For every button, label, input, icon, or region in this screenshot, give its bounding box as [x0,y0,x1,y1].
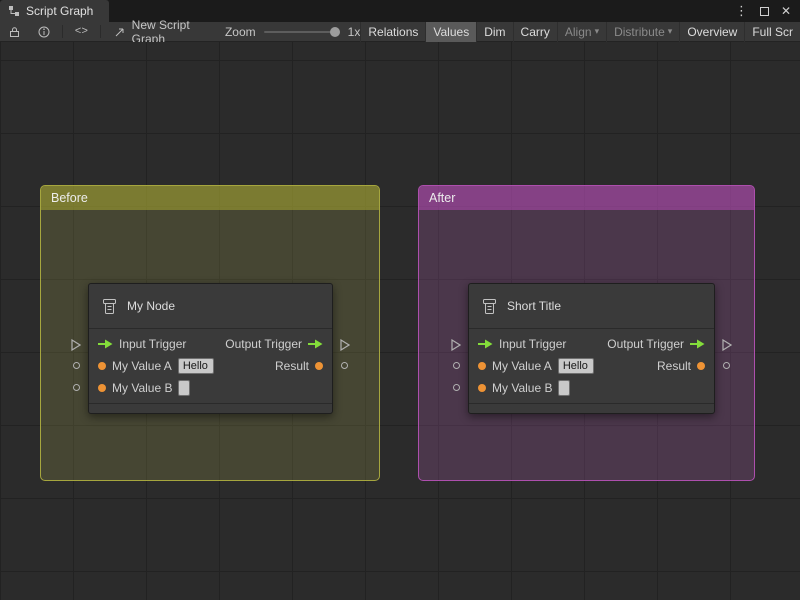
port-label: Input Trigger [499,337,567,351]
lock-icon[interactable] [0,22,29,42]
group-title: Before [51,191,88,205]
flow-output-port[interactable] [690,339,705,349]
unit-icon [481,298,498,315]
external-value-input-port[interactable] [453,362,460,369]
port-row: My Value A Hello Result [89,355,332,377]
flow-output-port[interactable] [308,339,323,349]
external-value-output-port[interactable] [341,362,348,369]
port-label: Input Trigger [119,337,187,351]
port-row: My Value B [89,377,332,399]
graph-canvas[interactable]: Before After My Node Input Trigger Outpu… [0,42,800,600]
value-input-port[interactable] [98,384,106,392]
port-label: Output Trigger [607,337,684,351]
port-label: Output Trigger [225,337,302,351]
chevron-down-icon: ▾ [594,26,600,36]
fullscreen-button[interactable]: Full Scr [744,21,800,42]
node-short-title[interactable]: Short Title Input Trigger Output Trigger [451,283,732,414]
external-value-input-port[interactable] [73,384,80,391]
node-header[interactable]: Short Title [469,284,714,329]
value-input-port[interactable] [98,362,106,370]
carry-button[interactable]: Carry [512,21,557,42]
port-label: My Value A [492,359,552,373]
group-header[interactable]: After [419,186,754,210]
zoom-label: Zoom [224,24,256,39]
node-my-node[interactable]: My Node Input Trigger Output Trigger My … [71,283,350,414]
port-row: My Value A Hello Result [469,355,714,377]
zoom-value: 1x [347,24,361,39]
zoom-slider-knob[interactable] [330,26,341,37]
node-title: My Node [127,299,176,313]
external-flow-input-port[interactable] [71,339,81,351]
external-value-input-port[interactable] [453,384,460,391]
value-field-empty[interactable] [558,380,571,396]
kebab-menu-icon[interactable]: ⋮ [735,4,748,17]
flow-input-port[interactable] [478,339,493,349]
chevron-down-icon: ▾ [667,26,673,36]
node-title: Short Title [507,299,562,313]
window-controls: ⋮ ✕ [735,0,800,22]
node-ports: Input Trigger Output Trigger My Value A … [469,329,714,404]
port-label: Result [656,359,691,373]
node-footer [89,404,332,414]
tab-strip: Script Graph ⋮ ✕ [0,0,800,22]
maximize-icon[interactable] [759,6,769,16]
toolbar-separator [62,25,63,38]
node-header[interactable]: My Node [89,284,332,329]
unit-icon [101,298,118,315]
graph-toolbar: <> New Script Graph Zoom 1x Relations Va… [0,18,800,46]
group-title: After [429,191,456,205]
new-script-graph-button[interactable]: New Script Graph [104,18,207,46]
value-input-port[interactable] [478,384,486,392]
external-value-input-port[interactable] [73,362,80,369]
relations-button[interactable]: Relations [360,21,425,42]
script-graph-window: Script Graph ⋮ ✕ <> New Script Graph Zoo… [0,0,800,600]
tab-script-graph[interactable]: Script Graph [0,0,110,22]
graph-icon [8,5,20,17]
external-flow-output-port[interactable] [722,339,732,351]
toolbar-separator [99,25,101,38]
value-output-port[interactable] [315,362,323,370]
values-button[interactable]: Values [425,21,477,42]
port-label: My Value B [112,381,173,395]
zoom-slider[interactable] [263,26,341,37]
zoom-control: Zoom 1x [225,25,360,39]
external-flow-input-port[interactable] [451,339,461,351]
node-ports: Input Trigger Output Trigger My Value A … [89,329,332,404]
close-icon[interactable]: ✕ [781,4,791,18]
new-graph-icon [114,26,126,38]
port-label: Result [274,359,309,373]
port-row: Input Trigger Output Trigger [469,333,714,355]
overview-button[interactable]: Overview [679,21,744,42]
port-label: My Value A [112,359,172,373]
align-dropdown[interactable]: Align ▾ [556,21,606,42]
external-flow-output-port[interactable] [340,339,350,351]
info-icon[interactable] [29,22,59,42]
dim-button[interactable]: Dim [476,21,512,42]
distribute-dropdown[interactable]: Distribute ▾ [606,21,679,42]
tab-label: Script Graph [26,4,94,18]
port-row: My Value B [469,377,714,399]
external-value-output-port[interactable] [723,362,730,369]
value-field-empty[interactable] [178,380,191,396]
value-output-port[interactable] [697,362,705,370]
flow-input-port[interactable] [98,339,113,349]
value-field[interactable]: Hello [557,358,594,374]
value-input-port[interactable] [478,362,486,370]
node-footer [469,404,714,414]
group-header[interactable]: Before [41,186,379,210]
toolbar-button-group: Relations Values Dim Carry Align ▾ Distri… [360,21,800,42]
code-icon[interactable]: <> [66,22,97,42]
value-field[interactable]: Hello [177,358,214,374]
port-label: My Value B [492,381,553,395]
port-row: Input Trigger Output Trigger [89,333,332,355]
